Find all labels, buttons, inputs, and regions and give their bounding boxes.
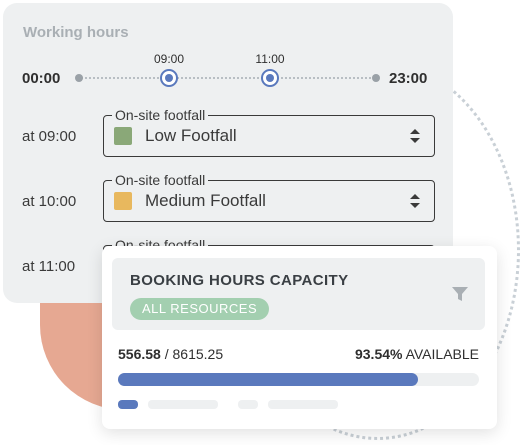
- capacity-used-value: 556.58: [118, 346, 161, 362]
- row-time-label: at 11:00: [22, 258, 76, 275]
- capacity-progress-fill: [118, 373, 418, 386]
- footfall-swatch: [114, 127, 132, 145]
- handle-label-end: 11:00: [255, 52, 285, 66]
- legend-placeholder-available: [268, 400, 338, 409]
- available-percent: 93.54%: [354, 346, 403, 362]
- footfall-swatch: [114, 192, 132, 210]
- footfall-select-value: Medium Footfall: [145, 191, 266, 210]
- available-label: AVAILABLE: [402, 346, 479, 362]
- row-time-label: at 09:00: [22, 128, 77, 145]
- timeline-handle-start[interactable]: [160, 69, 178, 87]
- booking-capacity-card: BOOKING HOURS CAPACITY ALL RESOURCES 556…: [102, 246, 497, 429]
- handle-label-start: 09:00: [153, 52, 185, 66]
- range-end-label: 23:00: [389, 70, 428, 87]
- timeline-end-dot: [372, 74, 380, 82]
- range-start-label: 00:00: [22, 70, 61, 87]
- footfall-select-label: On-site footfall: [112, 171, 209, 189]
- capacity-separator: /: [160, 346, 173, 362]
- footfall-select[interactable]: On-site footfall Low Footfall: [103, 106, 435, 157]
- working-hours-title: Working hours: [23, 24, 129, 41]
- capacity-title: BOOKING HOURS CAPACITY: [130, 272, 349, 289]
- legend-placeholder-used: [148, 400, 218, 409]
- capacity-progress-track: [118, 373, 479, 386]
- footfall-select[interactable]: On-site footfall Medium Footfall: [103, 171, 435, 222]
- filter-icon[interactable]: [451, 285, 469, 303]
- row-time-label: at 10:00: [22, 193, 77, 210]
- sort-arrows-icon: [410, 129, 420, 143]
- capacity-header: BOOKING HOURS CAPACITY ALL RESOURCES: [112, 258, 485, 330]
- capacity-available: 93.54% AVAILABLE: [355, 346, 479, 362]
- resources-filter-badge[interactable]: ALL RESOURCES: [130, 298, 270, 320]
- sort-arrows-icon: [410, 194, 420, 208]
- capacity-used-total: 556.58 / 8615.25: [118, 346, 223, 362]
- timeline-start-dot: [75, 74, 83, 82]
- footfall-select-label: On-site footfall: [112, 106, 209, 124]
- legend-swatch-used: [118, 400, 138, 409]
- legend-swatch-available: [238, 400, 258, 409]
- capacity-total-value: 8615.25: [172, 346, 224, 362]
- timeline-track: [78, 77, 375, 79]
- timeline-handle-end[interactable]: [261, 69, 279, 87]
- footfall-select-value: Low Footfall: [145, 126, 237, 145]
